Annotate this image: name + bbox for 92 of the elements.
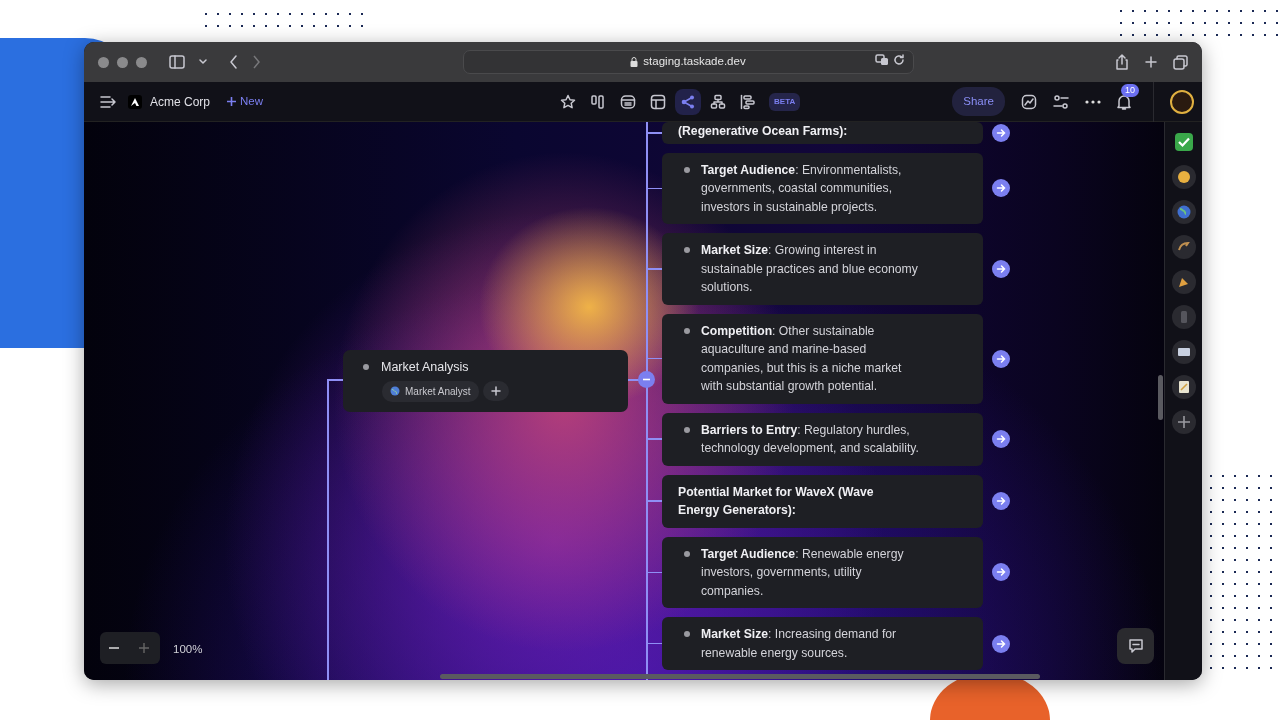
plus-icon (138, 642, 150, 654)
chevron-down-icon[interactable] (199, 59, 207, 65)
mind-map-icon (680, 93, 697, 110)
star-icon (560, 93, 577, 110)
zoom-level: 100% (173, 642, 203, 657)
arrow-right-icon (996, 638, 1006, 649)
calendar-icon (620, 93, 637, 110)
columns-icon (590, 93, 607, 110)
open-button[interactable] (992, 349, 1010, 368)
open-button[interactable] (992, 259, 1010, 278)
bullet-card[interactable]: Target Audience: Renewable energy investors, governments, utility companies. (662, 536, 983, 608)
bullet-icon (363, 364, 369, 371)
window-button[interactable] (117, 56, 128, 68)
bullet-card[interactable]: Target Audience: Environmentalists, governments, coastal communities, investors in sustainable projects. (662, 152, 983, 224)
arrow-right-icon (996, 127, 1006, 138)
share-button[interactable]: Share (952, 86, 1005, 117)
open-button[interactable] (992, 123, 1010, 142)
plus-icon[interactable] (1145, 56, 1157, 68)
forward-icon[interactable] (252, 55, 261, 69)
heading-text: (Regenerative Ocean Farms): (678, 123, 848, 140)
logo-icon (128, 94, 142, 109)
more-icon[interactable] (1085, 98, 1101, 105)
bullet-text: Target Audience: Environmentalists, governments, coastal communities, investors in sustainable projects. (701, 161, 903, 216)
reload-icon[interactable] (892, 54, 905, 66)
view-tab[interactable] (675, 88, 702, 115)
agent-chip[interactable]: Market Analyst (382, 380, 479, 402)
node-title: Market Analysis (381, 359, 469, 376)
bullet-icon (684, 327, 690, 334)
chart-icon[interactable] (1021, 93, 1037, 110)
mind-map-node[interactable]: Market Analysis Market Analyst (343, 350, 628, 412)
phone-icon[interactable] (1171, 305, 1196, 329)
chat-icon (1127, 638, 1144, 654)
arrow-right-icon (996, 353, 1006, 364)
bullet-icon (684, 247, 690, 253)
card-icon[interactable] (1171, 340, 1196, 364)
bullet-card[interactable]: Competition: Other sustainable aquaculture and marine-based companies, but this is a niche market with substantial growth potential. (662, 313, 983, 404)
arrow-right-icon (996, 434, 1006, 444)
workspace-name[interactable]: Acme Corp (150, 92, 211, 111)
bullet-icon (684, 166, 690, 173)
bell-icon[interactable] (1117, 93, 1131, 110)
bullet-text: Market Size: Growing interest in sustainable practices and blue economy solutions. (701, 242, 919, 296)
add-agent-button[interactable] (482, 380, 509, 401)
menu-icon[interactable] (100, 95, 116, 108)
tabs-icon[interactable] (1173, 54, 1188, 70)
window-button[interactable] (136, 56, 147, 68)
heading-card[interactable]: Potential Market for WaveX (Wave Energy Generators): (662, 474, 983, 528)
open-button[interactable] (992, 179, 1010, 198)
open-button[interactable] (992, 634, 1010, 653)
lock-icon (630, 57, 639, 67)
back-icon[interactable] (229, 55, 238, 69)
bullet-icon (684, 426, 690, 433)
new-button[interactable]: New (226, 92, 264, 111)
arrow-right-icon (996, 183, 1006, 194)
share-icon[interactable] (1115, 54, 1129, 70)
heading-card[interactable]: (Regenerative Ocean Farms): (662, 122, 983, 144)
sidebar-icon[interactable] (169, 55, 185, 69)
bullet-text: Market Size: Increasing demand for renewable energy sources. (701, 626, 898, 662)
bullet-card[interactable]: Market Size: Increasing demand for renewable energy sources. (662, 617, 983, 670)
add-icon[interactable] (1171, 410, 1196, 434)
collapse-button[interactable] (638, 371, 655, 388)
filter-icon[interactable] (1053, 93, 1069, 110)
horizontal-scrollbar[interactable] (440, 674, 1040, 679)
bullet-card[interactable]: Barriers to Entry: Regulatory hurdles, technology development, and scalability. (662, 412, 983, 466)
user-avatar[interactable] (1170, 89, 1194, 114)
notepad-icon[interactable] (1171, 375, 1196, 399)
bullet-card[interactable]: Market Size: Growing interest in sustainable practices and blue economy solutions. (662, 233, 983, 305)
bullet-text: Competition: Other sustainable aquaculture and marine-based companies, but this is a niche market with substantial growth potential. (701, 322, 903, 395)
arrow-right-icon (996, 263, 1006, 274)
gantt-icon (740, 93, 757, 110)
heading-text: Potential Market for WaveX (Wave Energy Generators): (678, 483, 875, 519)
plus-icon (490, 385, 501, 396)
arrow-right-icon (996, 567, 1006, 578)
bullet-text: Barriers to Entry: Regulatory hurdles, technology development, and scalability. (701, 421, 919, 457)
globe-icon (390, 386, 400, 397)
beta-badge: BETA (769, 92, 801, 111)
arrow-right-icon (996, 496, 1006, 506)
vertical-scrollbar[interactable] (1158, 375, 1163, 420)
open-button[interactable] (992, 430, 1010, 448)
open-button[interactable] (992, 492, 1010, 510)
bullet-text: Target Audience: Renewable energy investors, governments, utility companies. (701, 545, 905, 600)
open-button[interactable] (992, 563, 1010, 582)
chat-button[interactable] (1117, 628, 1154, 664)
address-bar[interactable]: staging.taskade.dev (462, 50, 914, 74)
table-icon (650, 93, 667, 110)
window-button[interactable] (98, 56, 109, 68)
plus-icon (226, 96, 238, 107)
notification-count: 10 (1120, 83, 1139, 97)
bullet-icon (684, 631, 690, 637)
globe-icon[interactable] (1171, 200, 1196, 224)
org-chart-icon (710, 93, 727, 110)
bullet-icon (684, 550, 690, 557)
translate-icon[interactable] (874, 54, 889, 66)
